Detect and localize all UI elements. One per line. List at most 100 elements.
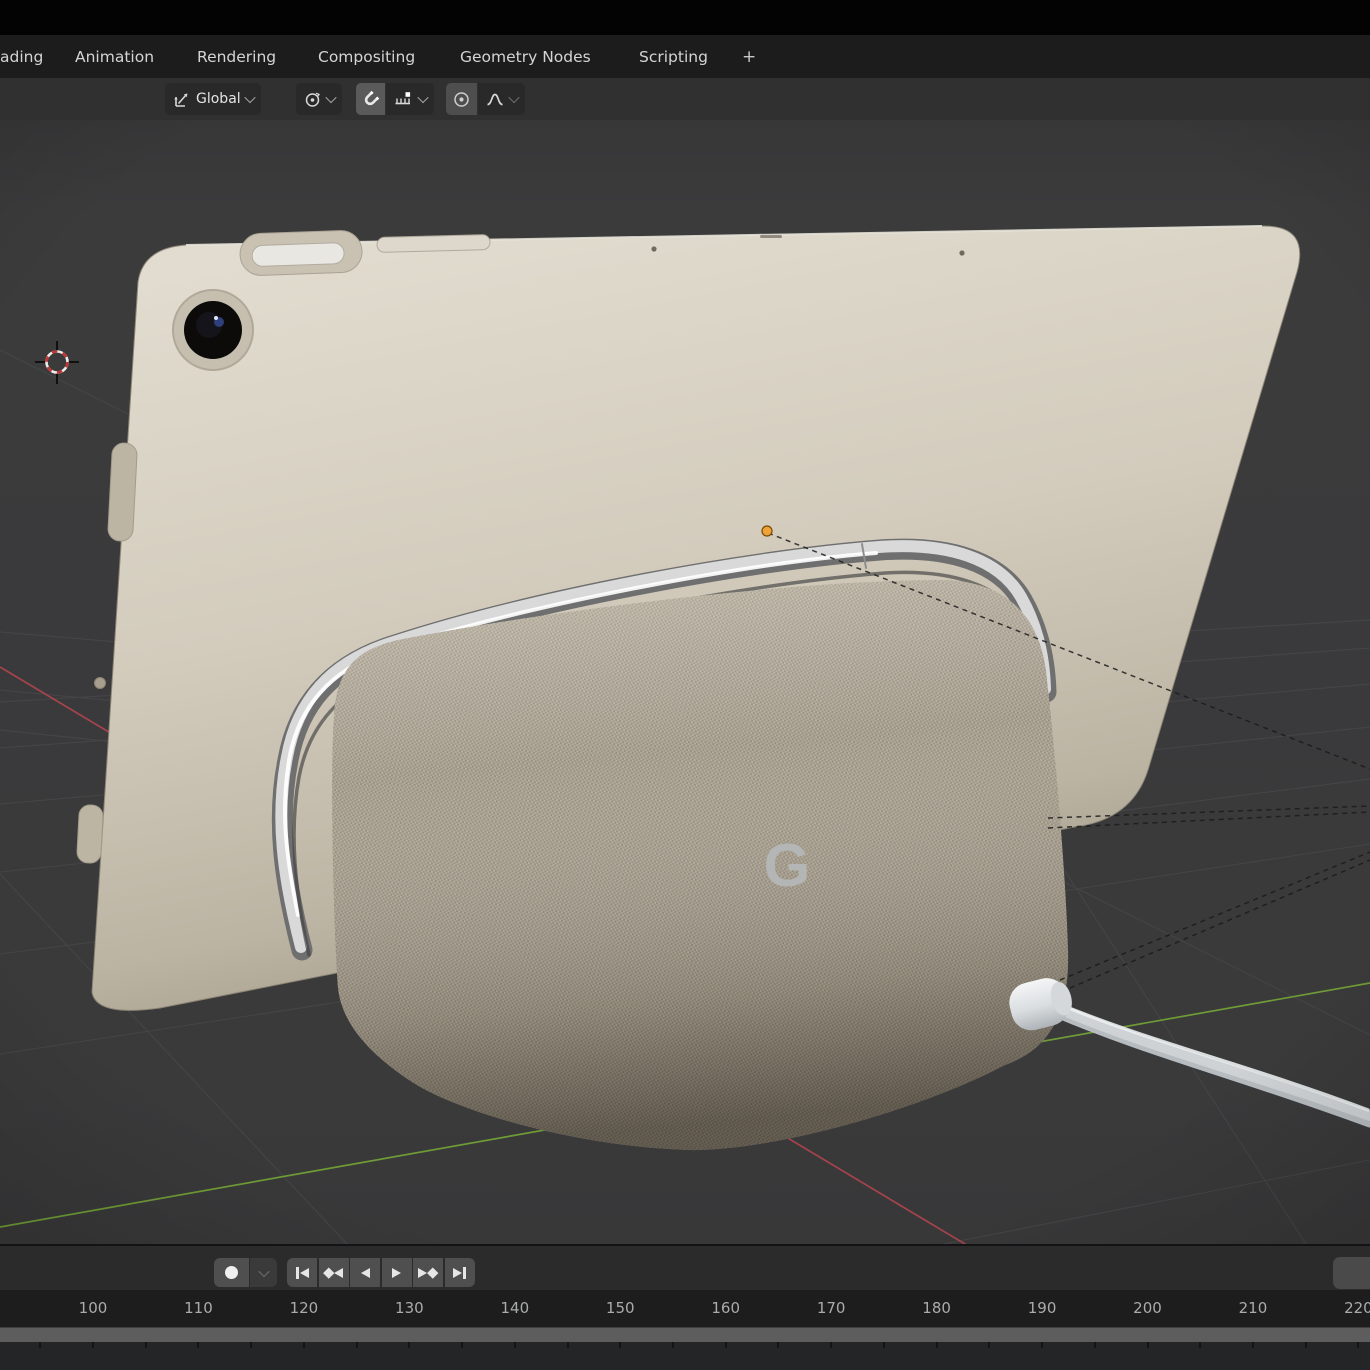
playback-controls: [287, 1258, 475, 1287]
frame-tick: [144, 1342, 147, 1348]
frame-label: 210: [1238, 1299, 1268, 1317]
frame-label: 100: [78, 1299, 108, 1317]
play-reverse-button[interactable]: [350, 1258, 380, 1287]
frame-tick: [1304, 1342, 1307, 1348]
snap-target-dropdown[interactable]: [386, 83, 434, 115]
speaker-dock[interactable]: G: [332, 580, 1069, 1151]
jump-to-end-icon: [463, 1266, 466, 1279]
orientation-axes-icon: [174, 93, 188, 107]
snap-toggle-button[interactable]: [356, 83, 385, 115]
proportional-falloff-dropdown[interactable]: [478, 83, 525, 115]
auto-keying-controls: [214, 1258, 277, 1287]
frame-tick: [777, 1342, 780, 1348]
frame-label: 200: [1133, 1299, 1162, 1317]
dock-g-logo: G: [764, 832, 811, 899]
timeline-track-area[interactable]: [0, 1342, 1370, 1370]
magnet-icon: [364, 90, 380, 105]
jump-to-start-icon: [299, 1267, 309, 1278]
frame-label: 120: [289, 1299, 319, 1317]
timeline-ruler[interactable]: 100 110 120 130 140 150 160 170 180 190 200 210 220: [0, 1290, 1370, 1327]
tablet-volume-rocker: [376, 234, 491, 253]
object-origin-dot[interactable]: [761, 525, 773, 537]
chevron-down-icon: [325, 91, 337, 104]
frame-label: 130: [395, 1299, 424, 1317]
workspace-tab-rendering[interactable]: Rendering: [197, 35, 276, 78]
chevron-down-icon: [417, 91, 429, 104]
jump-to-next-keyframe-icon: [418, 1267, 428, 1278]
auto-keying-toggle[interactable]: [214, 1258, 249, 1287]
frame-tick: [39, 1342, 42, 1348]
frame-tick: [671, 1342, 674, 1348]
frame-label: 170: [816, 1299, 846, 1317]
frame-tick: [513, 1342, 516, 1348]
chevron-down-icon: [508, 91, 520, 104]
jump-to-end-icon: [453, 1267, 462, 1278]
timeline-header: [0, 1244, 1370, 1292]
screen-top-strip: [0, 0, 1370, 35]
jump-to-prev-keyframe-icon: [334, 1267, 344, 1278]
proportional-editing-controls: [446, 83, 525, 115]
frame-tick: [461, 1342, 464, 1348]
frame-tick: [619, 1342, 622, 1348]
frame-tick: [1251, 1342, 1254, 1348]
keying-set-dropdown[interactable]: [250, 1258, 277, 1287]
frame-tick: [988, 1342, 991, 1348]
jump-to-prev-keyframe-icon: [323, 1267, 334, 1278]
frame-tick: [1041, 1342, 1044, 1348]
frame-label: 220: [1344, 1299, 1370, 1317]
frame-label: 160: [711, 1299, 741, 1317]
chevron-down-icon: [257, 1265, 270, 1277]
frame-tick: [935, 1342, 938, 1348]
proportional-circle-icon: [454, 91, 469, 107]
workspace-tab-animation[interactable]: Animation: [75, 35, 154, 78]
workspace-tab-ading[interactable]: ading: [0, 35, 43, 78]
frame-tick: [1093, 1342, 1096, 1348]
frame-label: 150: [605, 1299, 635, 1317]
play-icon: [392, 1267, 401, 1278]
add-workspace-button[interactable]: +: [742, 35, 756, 78]
jump-to-next-keyframe-button[interactable]: [413, 1258, 443, 1287]
frame-tick: [724, 1342, 727, 1348]
proportional-editing-toggle[interactable]: [446, 83, 477, 115]
jump-to-prev-keyframe-button[interactable]: [318, 1258, 349, 1287]
blender-window: { "workspace_tabs": { "items": [ {"label…: [0, 0, 1370, 1370]
jump-to-next-keyframe-icon: [427, 1267, 439, 1278]
pivot-point-icon: [305, 92, 320, 107]
frame-tick: [1357, 1342, 1360, 1348]
snapping-controls: [356, 83, 434, 115]
frame-label: 140: [500, 1299, 530, 1317]
workspace-tab-compositing[interactable]: Compositing: [318, 35, 415, 78]
frame-tick: [355, 1342, 358, 1348]
current-frame-field[interactable]: [1333, 1257, 1370, 1289]
play-button[interactable]: [381, 1258, 412, 1287]
frame-tick: [1146, 1342, 1149, 1348]
frame-tick: [408, 1342, 411, 1348]
chevron-down-icon: [244, 91, 256, 104]
frame-tick: [1199, 1342, 1202, 1348]
jump-to-start-icon: [295, 1266, 299, 1279]
workspace-tab-scripting[interactable]: Scripting: [639, 35, 708, 78]
pivot-point-dropdown[interactable]: [296, 83, 342, 115]
frame-tick: [302, 1342, 305, 1348]
jump-to-start-button[interactable]: [287, 1258, 317, 1287]
play-reverse-icon: [360, 1267, 370, 1278]
frame-label: 110: [184, 1299, 213, 1317]
frame-tick: [566, 1342, 569, 1348]
3d-viewport[interactable]: G: [0, 120, 1370, 1244]
workspace-tab-geometry-nodes[interactable]: Geometry Nodes: [460, 35, 591, 78]
frame-tick: [882, 1342, 885, 1348]
frame-tick: [250, 1342, 253, 1348]
viewport-header: Global: [0, 78, 1370, 121]
frame-label: 180: [922, 1299, 951, 1317]
snap-increment-icon: [395, 91, 411, 104]
falloff-curve-icon: [487, 93, 503, 105]
record-dot-icon: [225, 1266, 238, 1279]
tablet-camera: [172, 289, 254, 371]
frame-label: 190: [1027, 1299, 1057, 1317]
tablet-power-button: [239, 230, 363, 276]
jump-to-end-button[interactable]: [444, 1258, 475, 1287]
transform-orientation-label: Global: [196, 91, 241, 107]
frame-tick: [197, 1342, 200, 1348]
transform-orientation-dropdown[interactable]: Global: [165, 83, 261, 115]
frame-tick: [830, 1342, 833, 1348]
